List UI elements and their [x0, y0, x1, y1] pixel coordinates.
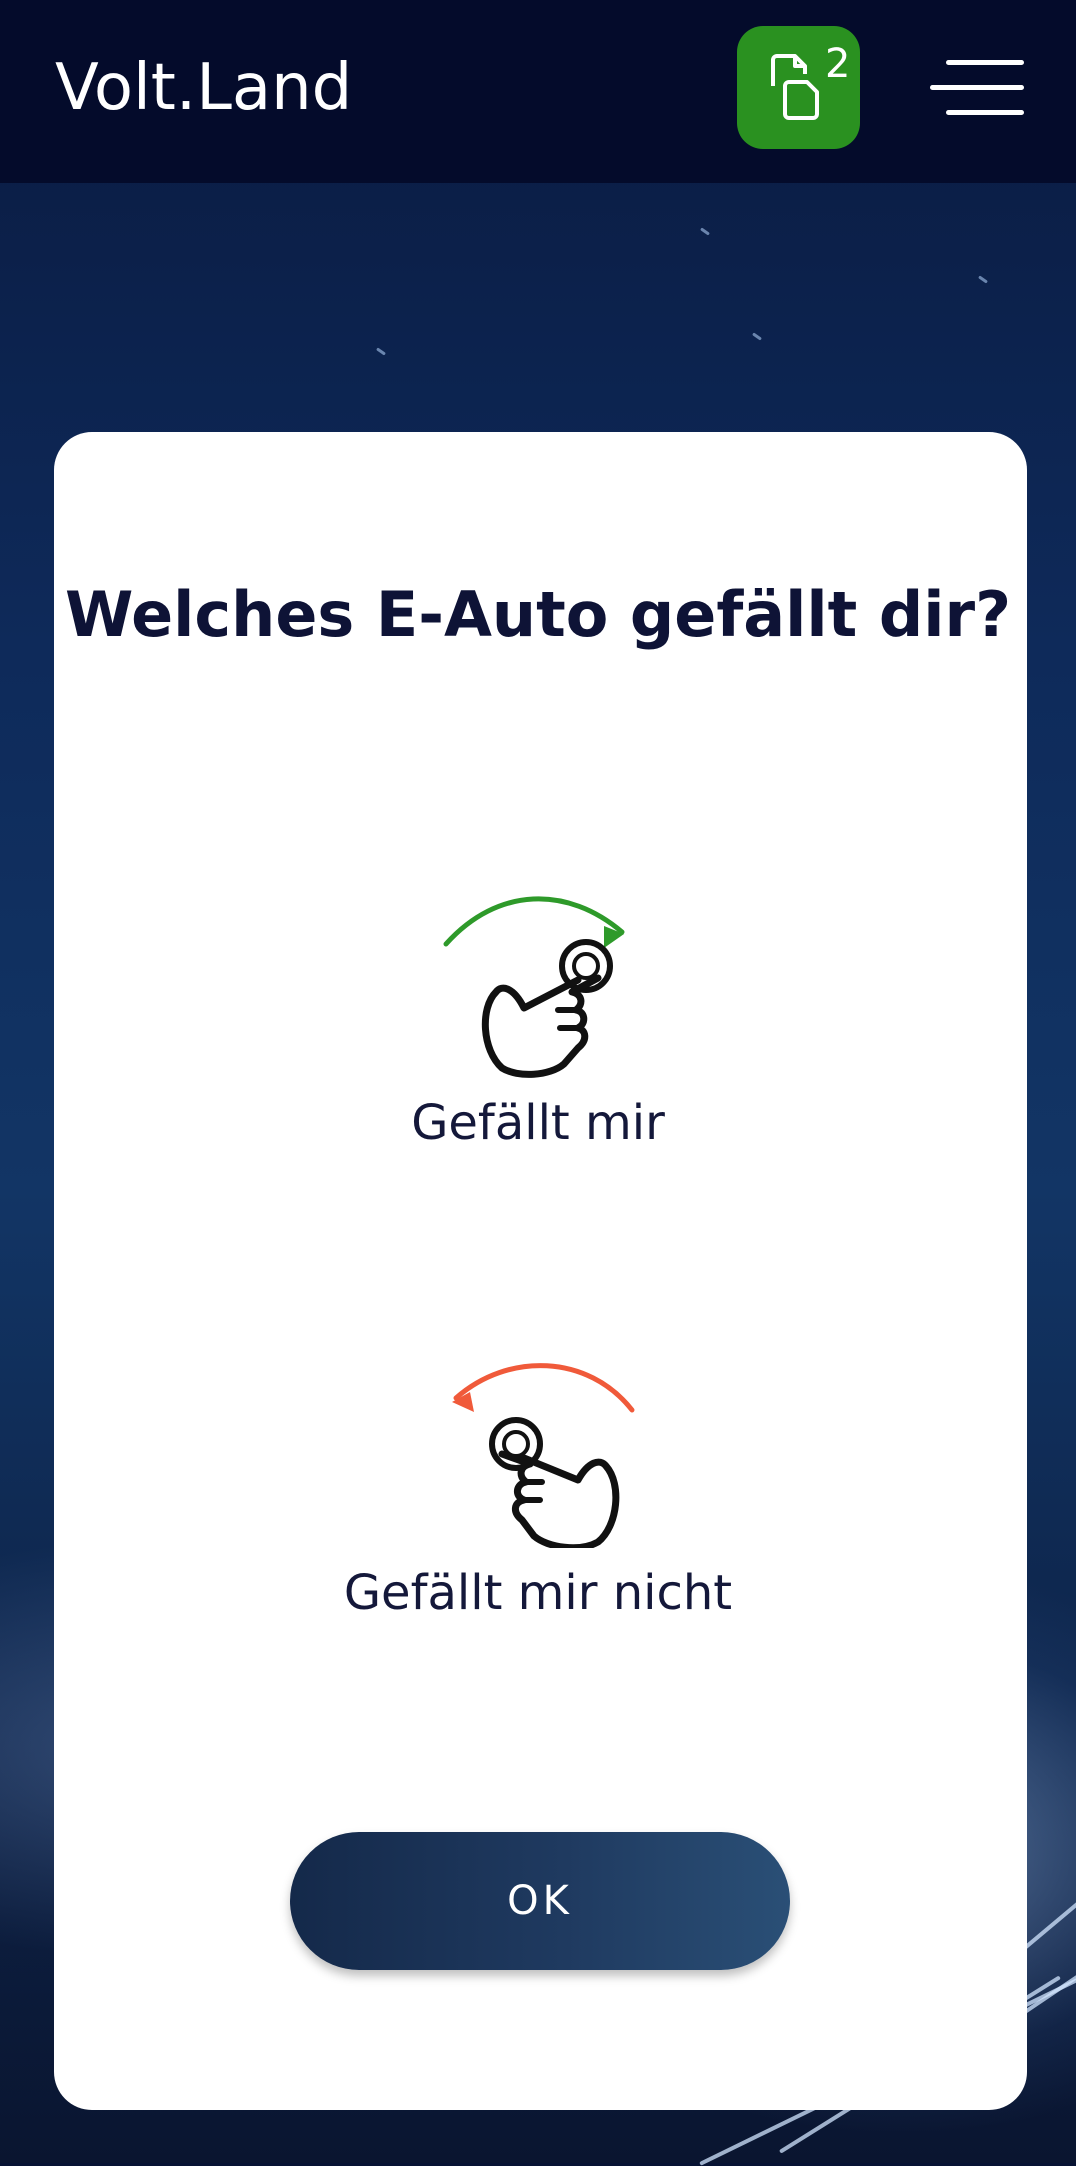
background-star — [700, 227, 710, 236]
background-star — [752, 332, 762, 341]
swipe-right-hand-icon — [443, 896, 625, 1078]
background-light-streak — [1018, 1892, 1076, 1954]
compare-documents-icon — [771, 54, 819, 120]
ok-button[interactable]: OK — [290, 1832, 790, 1970]
hamburger-menu-button[interactable] — [930, 56, 1026, 120]
compare-button[interactable]: 2 — [737, 26, 860, 149]
hamburger-menu-icon-line — [946, 110, 1024, 115]
hamburger-menu-icon-line — [930, 85, 1024, 90]
compare-count-badge: 2 — [825, 41, 851, 87]
dislike-label: Gefällt mir nicht — [343, 1565, 733, 1621]
top-navigation-bar: Volt.Land 2 — [0, 0, 1076, 183]
background-star — [376, 347, 386, 356]
swipe-left-hand-icon — [452, 1363, 635, 1548]
hamburger-menu-icon-line — [946, 60, 1024, 65]
background-star — [978, 275, 988, 284]
dialog-title: Welches E-Auto gefällt dir? — [64, 578, 1012, 651]
brand-logo[interactable]: Volt.Land — [55, 50, 352, 126]
like-label: Gefällt mir — [411, 1095, 665, 1151]
